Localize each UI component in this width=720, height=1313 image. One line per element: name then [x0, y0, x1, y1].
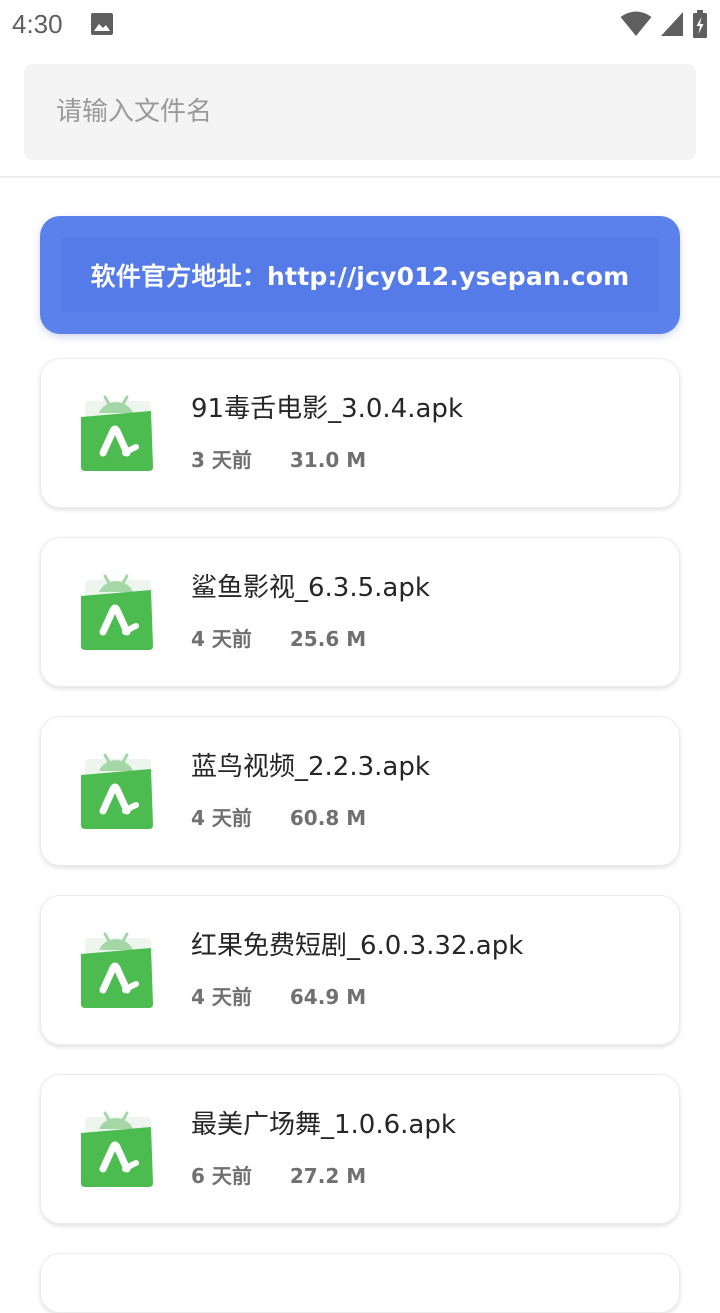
signal-icon: [661, 12, 683, 36]
file-name: 最美广场舞_1.0.6.apk: [191, 1110, 456, 1140]
apk-android-icon: [81, 753, 153, 829]
file-meta: 3 天前 31.0 M: [191, 447, 366, 473]
file-item[interactable]: 鲨鱼影视_6.3.5.apk 4 天前 25.6 M: [40, 537, 680, 687]
file-meta: 4 天前 64.9 M: [191, 984, 366, 1010]
wifi-icon: [620, 11, 652, 36]
file-name: 红果免费短剧_6.0.3.32.apk: [191, 931, 524, 961]
search-bar: [0, 48, 720, 178]
file-size: 60.8 M: [289, 806, 367, 830]
file-size: 25.6 M: [289, 627, 367, 651]
file-size: 27.2 M: [289, 1164, 367, 1188]
apk-android-icon: [81, 574, 153, 650]
file-age: 6 天前: [191, 1164, 252, 1188]
file-age: 4 天前: [191, 806, 252, 830]
file-name: 鲨鱼影视_6.3.5.apk: [191, 573, 430, 603]
file-item-partial[interactable]: [40, 1253, 680, 1313]
file-meta: 4 天前 60.8 M: [191, 805, 366, 831]
battery-charging-icon: [693, 10, 707, 38]
file-item[interactable]: 91毒舌电影_3.0.4.apk 3 天前 31.0 M: [40, 358, 680, 508]
file-item[interactable]: 最美广场舞_1.0.6.apk 6 天前 27.2 M: [40, 1074, 680, 1224]
image-icon: [91, 13, 113, 35]
file-name: 蓝鸟视频_2.2.3.apk: [191, 752, 430, 782]
file-item[interactable]: 蓝鸟视频_2.2.3.apk 4 天前 60.8 M: [40, 716, 680, 866]
file-name: 91毒舌电影_3.0.4.apk: [191, 394, 463, 424]
apk-android-icon: [81, 1111, 153, 1187]
file-meta: 6 天前 27.2 M: [191, 1163, 366, 1189]
file-age: 3 天前: [191, 448, 252, 472]
status-time: 4:30: [12, 9, 63, 39]
file-list: 91毒舌电影_3.0.4.apk 3 天前 31.0 M 鲨鱼影视_6.3.5.a…: [40, 358, 680, 1313]
file-size: 31.0 M: [289, 448, 367, 472]
file-size: 64.9 M: [289, 985, 367, 1009]
status-bar: 4:30: [0, 0, 720, 48]
apk-android-icon: [81, 932, 153, 1008]
file-age: 4 天前: [191, 627, 252, 651]
official-address-banner[interactable]: 软件官方地址：http://jcy012.ysepan.com: [40, 216, 680, 334]
official-address-text: 软件官方地址：http://jcy012.ysepan.com: [62, 238, 658, 312]
apk-android-icon: [81, 395, 153, 471]
search-input[interactable]: [24, 64, 696, 160]
file-age: 4 天前: [191, 985, 252, 1009]
file-meta: 4 天前 25.6 M: [191, 626, 366, 652]
file-item[interactable]: 红果免费短剧_6.0.3.32.apk 4 天前 64.9 M: [40, 895, 680, 1045]
status-icons: [620, 10, 708, 38]
